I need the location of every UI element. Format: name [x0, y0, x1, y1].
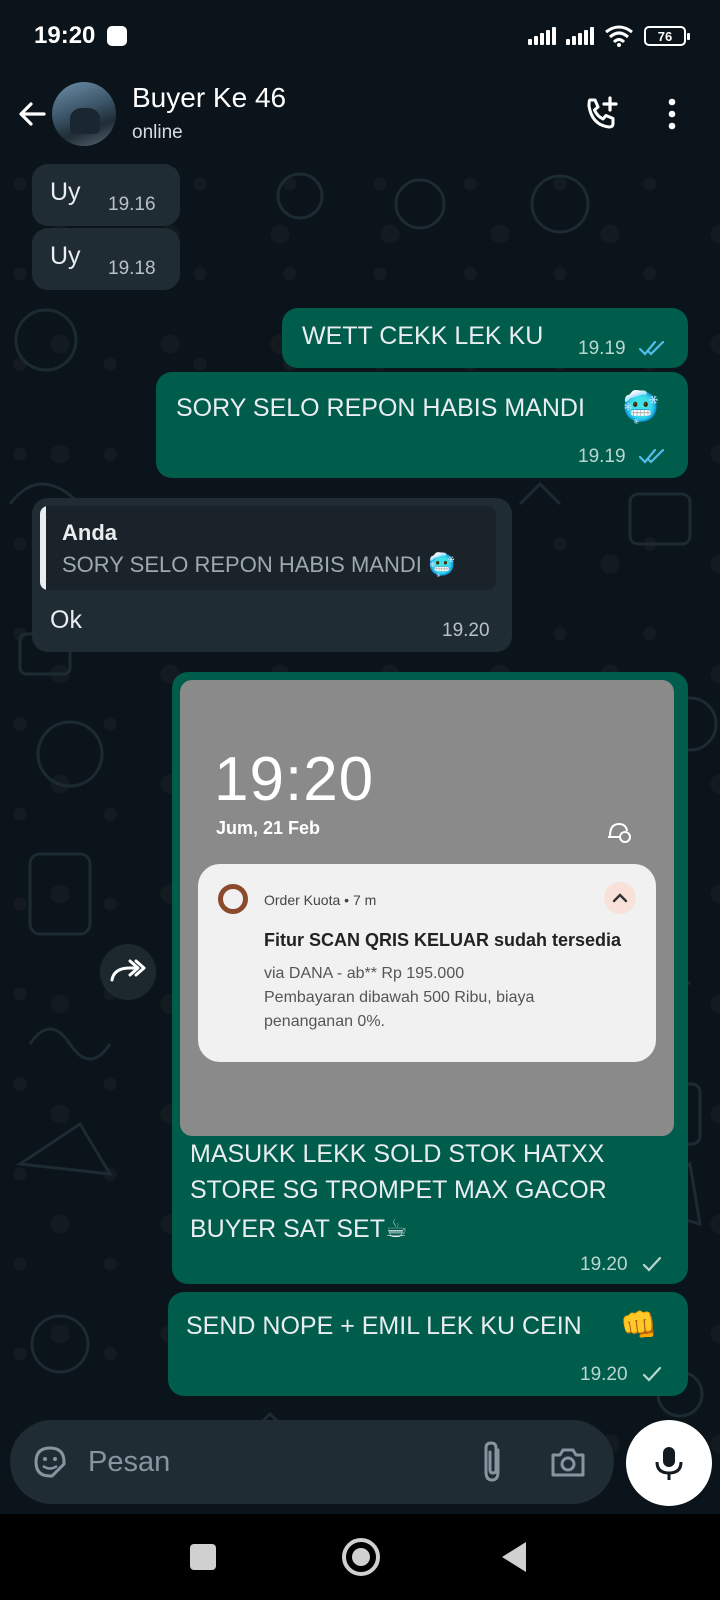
notification-app: Order Kuota • 7 m [264, 892, 377, 908]
alarm-icon [608, 822, 631, 843]
coffee-emoji: ☕ [384, 1215, 408, 1243]
system-nav-bar [0, 1514, 720, 1600]
message-text: Uy [50, 242, 81, 270]
message-time: 19.18 [108, 258, 156, 279]
cold-face-emoji: 🥶 [427, 552, 456, 577]
message-caption-line: MASUKK LEKK SOLD STOK HATXX [190, 1140, 605, 1168]
message-bubble-incoming[interactable]: Anda SORY SELO REPON HABIS MANDI 🥶 Ok 19… [32, 498, 512, 652]
chevron-up-icon [604, 882, 636, 914]
message-bubble-outgoing[interactable]: SORY SELO REPON HABIS MANDI 🥶 19.19 [156, 372, 688, 478]
message-text: SORY SELO REPON HABIS MANDI [176, 394, 585, 422]
status-icons: 76 [528, 24, 690, 48]
message-input-bar[interactable]: Pesan [10, 1420, 614, 1504]
message-time: 19.16 [108, 194, 156, 215]
home-button[interactable] [342, 1538, 380, 1576]
fist-emoji: 👊 [620, 1309, 658, 1342]
message-text: SEND NOPE + EMIL LEK KU CEIN [186, 1312, 582, 1340]
battery-level: 76 [657, 28, 673, 44]
notification-body: via DANA - ab** Rp 195.000 Pembayaran di… [264, 965, 535, 1030]
message-time: 19.19 [578, 446, 626, 467]
message-bubble-incoming[interactable]: Uy 19.16 [32, 164, 180, 226]
quote-author: Anda [62, 520, 117, 545]
mic-button[interactable] [626, 1420, 712, 1506]
message-text: WETT CEKK LEK KU [302, 322, 544, 350]
message-bubble-outgoing[interactable]: SEND NOPE + EMIL LEK KU CEIN 👊 19.20 [168, 1292, 688, 1396]
read-ticks-icon [638, 448, 665, 464]
more-vert-icon[interactable] [662, 96, 682, 132]
sent-tick-icon [642, 1256, 662, 1272]
message-text: Uy [50, 178, 81, 206]
notification-title: Fitur SCAN QRIS KELUAR sudah tersedia [264, 930, 622, 950]
message-caption-line: BUYER SAT SET☕ [190, 1215, 408, 1243]
quote-text: SORY SELO REPON HABIS MANDI 🥶 [62, 552, 456, 577]
order-kuota-icon [218, 884, 248, 914]
contact-status: online [132, 122, 183, 143]
recents-button[interactable] [190, 1544, 216, 1570]
forward-button[interactable] [100, 944, 156, 1000]
wifi-icon [605, 25, 633, 47]
message-bubble-outgoing[interactable]: WETT CEKK LEK KU 19.19 [282, 308, 688, 368]
add-call-icon[interactable] [582, 94, 622, 134]
message-time: 19.20 [580, 1364, 628, 1385]
message-input[interactable]: Pesan [88, 1446, 170, 1479]
message-time: 19.20 [442, 620, 490, 641]
chat-header: Buyer Ke 46 online [0, 72, 720, 164]
avatar[interactable] [52, 82, 116, 146]
quoted-message[interactable]: Anda SORY SELO REPON HABIS MANDI 🥶 [40, 506, 496, 590]
notification-dot-icon [107, 26, 128, 46]
battery-icon: 76 [644, 26, 690, 46]
message-bubble-outgoing[interactable]: 19:20 Jum, 21 Feb Order Kuota • 7 m Fitu… [172, 672, 688, 1284]
message-time: 19.19 [578, 338, 626, 359]
status-bar: 19:20 76 [0, 0, 720, 72]
read-ticks-icon [638, 340, 665, 356]
message-text: Ok [50, 606, 82, 634]
contact-name[interactable]: Buyer Ke 46 [132, 82, 286, 114]
sticker-icon[interactable] [30, 1442, 70, 1482]
image-attachment[interactable]: 19:20 Jum, 21 Feb Order Kuota • 7 m Fitu… [180, 680, 674, 1136]
sent-tick-icon [642, 1366, 662, 1382]
cold-face-emoji: 🥶 [622, 391, 660, 424]
mic-icon [655, 1447, 683, 1480]
camera-icon[interactable] [548, 1442, 588, 1482]
notification-card: Order Kuota • 7 m Fitur SCAN QRIS KELUAR… [198, 864, 656, 1062]
signal-2-icon [566, 27, 594, 45]
message-caption-line: STORE SG TROMPET MAX GACOR [190, 1176, 607, 1204]
signal-icon [528, 27, 556, 45]
back-arrow-icon[interactable] [14, 96, 50, 132]
lockscreen-time: 19:20 [214, 745, 375, 814]
lockscreen-date: Jum, 21 Feb [216, 818, 321, 838]
message-time: 19.20 [580, 1254, 628, 1275]
back-button[interactable] [502, 1542, 526, 1572]
forward-icon [110, 959, 146, 982]
status-time: 19:20 [34, 22, 96, 49]
paperclip-icon[interactable] [478, 1440, 508, 1484]
message-bubble-incoming[interactable]: Uy 19.18 [32, 228, 180, 290]
